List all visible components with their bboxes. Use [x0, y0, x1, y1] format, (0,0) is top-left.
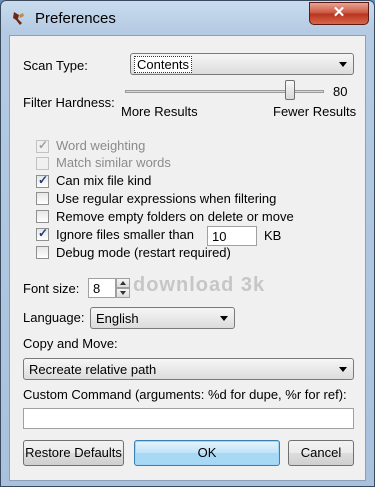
slider-thumb[interactable]	[285, 80, 296, 100]
debug-mode-label: Debug mode (restart required)	[56, 245, 231, 260]
scan-type-label: Scan Type:	[23, 58, 88, 73]
copy-move-value: Recreate relative path	[29, 362, 157, 377]
spin-up-button[interactable]	[116, 278, 130, 288]
ignore-size-unit: KB	[264, 228, 282, 243]
debug-mode-checkbox[interactable]	[36, 246, 49, 259]
ignore-small-files-checkbox[interactable]	[36, 226, 49, 241]
spin-down-button[interactable]	[116, 288, 130, 298]
remove-empty-folders-label: Remove empty folders on delete or move	[56, 209, 294, 224]
remove-empty-folders-checkbox[interactable]	[36, 210, 49, 223]
mix-file-kind-label: Can mix file kind	[56, 173, 152, 188]
custom-command-label: Custom Command (arguments: %d for dupe, …	[23, 387, 347, 402]
ok-button[interactable]: OK	[134, 440, 280, 466]
fewer-results-label: Fewer Results	[273, 104, 357, 119]
copy-move-label: Copy and Move:	[23, 336, 118, 351]
chevron-down-icon	[339, 62, 347, 67]
preferences-window: Preferences ✕ Scan Type: Contents Filter…	[0, 0, 375, 487]
match-similar-label: Match similar words	[56, 155, 171, 170]
copy-move-dropdown[interactable]: Recreate relative path	[23, 358, 354, 380]
word-weighting-label: Word weighting	[56, 138, 146, 153]
app-icon	[13, 12, 24, 25]
chevron-up-icon	[120, 281, 126, 285]
font-size-input[interactable]: 8	[88, 278, 116, 298]
scan-type-value: Contents	[134, 56, 193, 73]
filter-hardness-label: Filter Hardness:	[23, 95, 115, 110]
match-similar-checkbox[interactable]	[36, 157, 49, 170]
regex-checkbox[interactable]	[36, 192, 49, 205]
filter-hardness-value: 80	[333, 84, 348, 99]
close-button[interactable]: ✕	[309, 2, 369, 25]
restore-defaults-button[interactable]: Restore Defaults	[23, 440, 124, 466]
dialog-body: Scan Type: Contents Filter Hardness: 80 …	[9, 35, 366, 481]
chevron-down-icon	[220, 316, 228, 321]
regex-label: Use regular expressions when filtering	[56, 191, 277, 206]
chevron-down-icon	[120, 291, 126, 295]
font-size-label: Font size:	[23, 281, 80, 296]
language-dropdown[interactable]: English	[90, 307, 235, 329]
ignore-small-files-label: Ignore files smaller than	[56, 227, 195, 242]
language-value: English	[96, 311, 139, 326]
more-results-label: More Results	[121, 104, 198, 119]
chevron-down-icon	[339, 367, 347, 372]
language-label: Language:	[23, 310, 85, 325]
ignore-size-input[interactable]: 10	[207, 226, 257, 246]
window-title: Preferences	[35, 10, 116, 27]
mix-file-kind-checkbox[interactable]	[36, 173, 49, 188]
custom-command-input[interactable]	[23, 408, 354, 429]
word-weighting-checkbox[interactable]	[36, 138, 49, 153]
title-bar[interactable]: Preferences ✕	[1, 1, 374, 35]
cancel-button[interactable]: Cancel	[288, 440, 354, 466]
watermark-logo: download 3k	[133, 274, 266, 296]
scan-type-dropdown[interactable]: Contents	[130, 53, 354, 75]
